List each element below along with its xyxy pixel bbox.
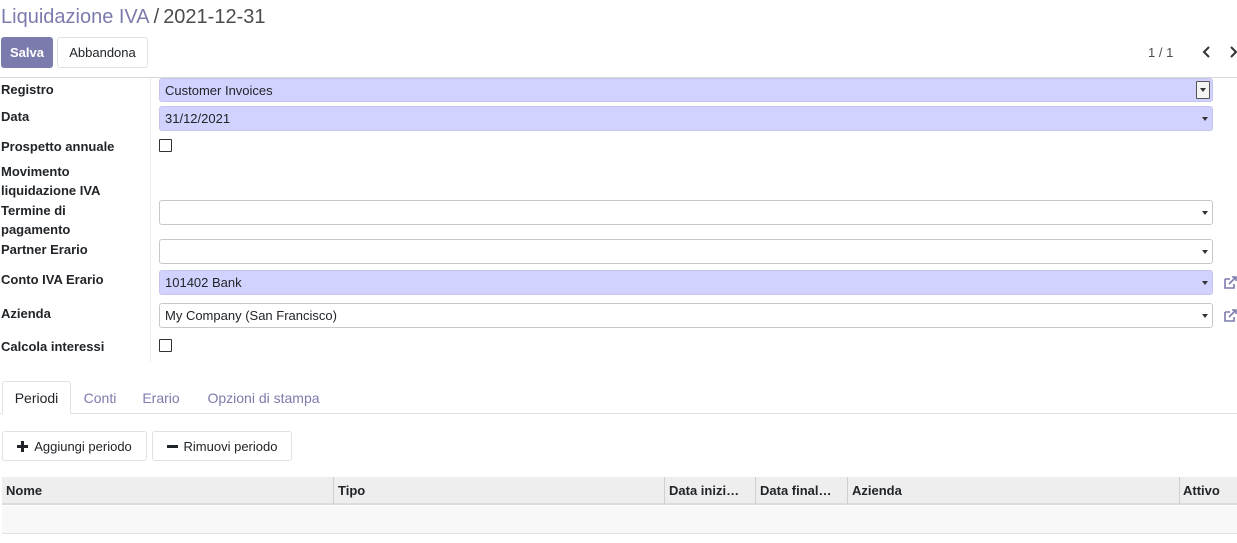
conto-value: 101402 Bank xyxy=(165,275,242,290)
registro-value: Customer Invoices xyxy=(165,82,273,98)
prospetto-label: Prospetto annuale xyxy=(1,139,115,154)
movimento-label-line2: liquidazione IVA xyxy=(1,183,101,198)
breadcrumb-parent-link[interactable]: Liquidazione IVA xyxy=(1,6,150,28)
tab-erario[interactable]: Erario xyxy=(131,381,191,414)
chevron-right-icon[interactable] xyxy=(1226,43,1237,61)
breadcrumb-current: 2021-12-31 xyxy=(163,6,266,28)
termine-label: Termine di pagamento xyxy=(1,201,70,239)
discard-button[interactable]: Abbandona xyxy=(57,37,148,68)
column-header-data-fine[interactable]: Data final… xyxy=(756,477,846,505)
external-link-icon[interactable] xyxy=(1223,276,1237,290)
chevron-down-icon[interactable] xyxy=(1202,116,1208,121)
tab-opzioni-stampa[interactable]: Opzioni di stampa xyxy=(196,381,331,414)
registro-label: Registro xyxy=(1,82,54,97)
chevron-left-icon[interactable] xyxy=(1200,43,1214,61)
termine-label-line1: Termine di xyxy=(1,203,66,218)
movimento-label: Movimento liquidazione IVA xyxy=(1,162,100,200)
minus-icon xyxy=(166,444,178,448)
breadcrumb-separator: / xyxy=(153,6,160,28)
breadcrumb: Liquidazione IVA/2021-12-31 xyxy=(1,4,266,30)
calcola-checkbox[interactable] xyxy=(159,339,172,352)
save-button[interactable]: Salva xyxy=(1,37,53,68)
termine-field[interactable] xyxy=(159,200,1213,225)
termine-label-line2: pagamento xyxy=(1,222,71,237)
remove-period-label: Rimuovi periodo xyxy=(183,438,278,454)
add-period-label: Aggiungi periodo xyxy=(34,438,132,454)
conto-label: Conto IVA Erario xyxy=(1,272,104,287)
periods-table-header: Nome Tipo Data inizi… Data final… Aziend… xyxy=(2,477,1237,505)
remove-period-button[interactable]: Rimuovi periodo xyxy=(152,431,292,461)
azienda-value: My Company (San Francisco) xyxy=(165,308,337,323)
column-header-nome[interactable]: Nome xyxy=(2,477,333,505)
chevron-down-icon[interactable] xyxy=(1202,249,1208,254)
azienda-label: Azienda xyxy=(1,306,51,321)
conto-field[interactable]: 101402 Bank xyxy=(159,270,1213,295)
tab-conti[interactable]: Conti xyxy=(72,381,128,414)
registro-select[interactable]: Customer Invoices xyxy=(159,78,1213,102)
external-link-icon[interactable] xyxy=(1223,309,1237,323)
data-value: 31/12/2021 xyxy=(165,111,231,126)
pager-value[interactable]: 1 / 1 xyxy=(1148,44,1173,60)
select-arrow-icon[interactable] xyxy=(1196,81,1210,99)
partner-field[interactable] xyxy=(159,239,1213,264)
movimento-label-line1: Movimento xyxy=(1,164,70,179)
prospetto-checkbox[interactable] xyxy=(159,139,172,152)
column-header-attivo[interactable]: Attivo xyxy=(1179,477,1237,505)
calcola-label: Calcola interessi xyxy=(1,339,105,354)
partner-label: Partner Erario xyxy=(1,242,88,257)
label-column-divider xyxy=(150,78,151,362)
chevron-down-icon[interactable] xyxy=(1202,210,1208,215)
column-header-data-inizio[interactable]: Data inizi… xyxy=(665,477,755,505)
column-header-tipo[interactable]: Tipo xyxy=(334,477,664,505)
chevron-down-icon[interactable] xyxy=(1202,313,1208,318)
tab-periodi[interactable]: Periodi xyxy=(2,381,71,414)
data-label: Data xyxy=(1,109,30,124)
chevron-down-icon[interactable] xyxy=(1202,280,1208,285)
periods-table-empty-row xyxy=(2,506,1237,534)
azienda-field[interactable]: My Company (San Francisco) xyxy=(159,303,1213,328)
column-header-azienda[interactable]: Azienda xyxy=(848,477,1178,505)
add-period-button[interactable]: Aggiungi periodo xyxy=(2,431,147,461)
plus-icon xyxy=(17,440,29,452)
data-field[interactable]: 31/12/2021 xyxy=(159,106,1213,131)
